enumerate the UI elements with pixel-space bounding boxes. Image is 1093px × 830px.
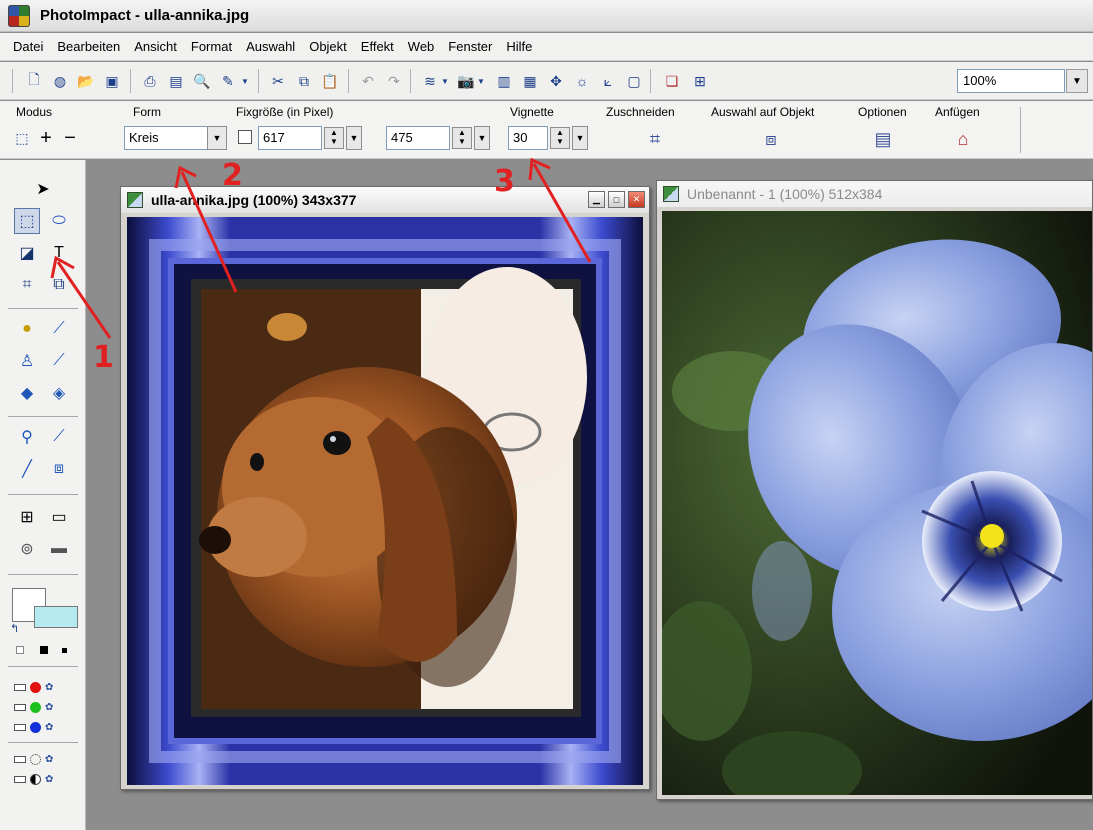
annotation-arrow-3 (532, 163, 592, 263)
annotation-arrow-1 (56, 261, 112, 339)
annotation-label-2: 2 (222, 158, 243, 193)
annotation-label-1: 1 (93, 340, 114, 375)
photoimpact-window: PhotoImpact - ulla-annika.jpg Datei Bear… (0, 0, 1093, 830)
annotation-overlay (50, 157, 592, 339)
annotation-label-3: 3 (494, 164, 515, 199)
